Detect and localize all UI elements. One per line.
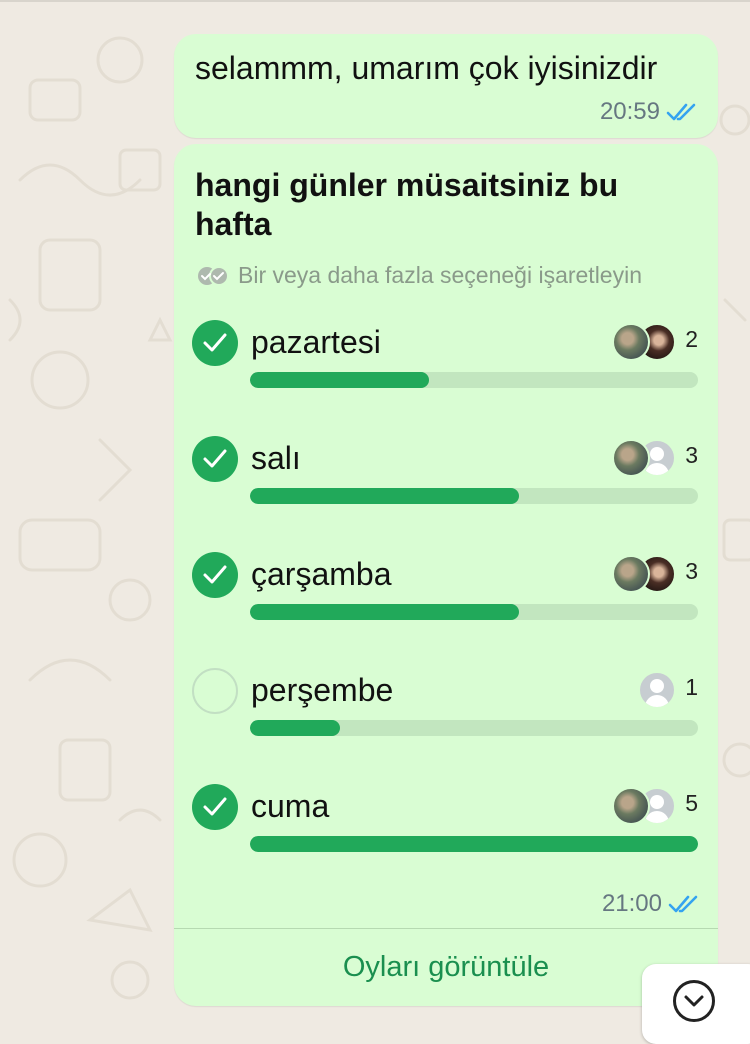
poll-option[interactable]: çarşamba 3 bbox=[174, 552, 718, 632]
vote-count: 3 bbox=[685, 558, 698, 584]
vote-count: 2 bbox=[685, 326, 698, 352]
view-votes-button[interactable]: Oyları görüntüle bbox=[174, 929, 718, 1006]
vote-count: 5 bbox=[685, 790, 698, 816]
poll-time: 21:00 bbox=[601, 890, 662, 917]
vote-count: 1 bbox=[685, 674, 698, 700]
voter-avatars bbox=[612, 439, 676, 477]
avatar bbox=[638, 671, 676, 709]
vote-bar-fill bbox=[250, 604, 519, 620]
poll-bubble: hangi günler müsaitsiniz bu hafta Bir ve… bbox=[174, 144, 718, 1006]
vote-count: 3 bbox=[685, 442, 698, 468]
poll-meta: 21:00 bbox=[602, 890, 700, 918]
message-bubble-outgoing[interactable]: selammm, umarım çok iyisinizdir 20:59 bbox=[174, 34, 718, 138]
double-check-read-icon bbox=[666, 103, 696, 121]
poll-option[interactable]: cuma 5 bbox=[174, 784, 718, 864]
voter-avatars bbox=[638, 671, 676, 709]
vote-bar-track bbox=[250, 488, 698, 504]
vote-bar-track bbox=[250, 604, 698, 620]
avatar bbox=[612, 555, 650, 593]
vote-bar-track bbox=[250, 372, 698, 388]
scroll-to-bottom-button[interactable] bbox=[642, 964, 750, 1044]
checked-circle-icon[interactable] bbox=[192, 784, 238, 830]
chevron-down-circle-icon bbox=[673, 980, 715, 1022]
checked-circle-icon[interactable] bbox=[192, 436, 238, 482]
message-meta: 20:59 bbox=[600, 98, 698, 126]
poll-option-label: cuma bbox=[251, 788, 330, 824]
top-divider bbox=[0, 0, 750, 2]
vote-bar-fill bbox=[250, 720, 340, 736]
vote-bar-track bbox=[250, 836, 698, 852]
poll-option-label: pazartesi bbox=[251, 324, 381, 360]
message-time: 20:59 bbox=[599, 98, 660, 125]
unchecked-circle-icon[interactable] bbox=[192, 668, 238, 714]
poll-option-label: salı bbox=[251, 440, 301, 476]
vote-bar-track bbox=[250, 720, 698, 736]
voter-avatars bbox=[612, 555, 676, 593]
checked-circle-icon[interactable] bbox=[192, 320, 238, 366]
poll-option[interactable]: pazartesi 2 bbox=[174, 320, 718, 400]
vote-bar-fill bbox=[250, 372, 430, 388]
avatar bbox=[612, 787, 650, 825]
poll-option[interactable]: perşembe 1 bbox=[174, 668, 718, 748]
poll-option-label: perşembe bbox=[251, 672, 394, 708]
avatar bbox=[612, 439, 650, 477]
voter-avatars bbox=[612, 323, 676, 361]
poll-hint-text: Bir veya daha fazla seçeneği işaretleyin bbox=[238, 262, 643, 288]
message-text: selammm, umarım çok iyisinizdir bbox=[195, 50, 658, 86]
poll-question: hangi günler müsaitsiniz bu hafta bbox=[195, 167, 619, 242]
poll-hint: Bir veya daha fazla seçeneği işaretleyin bbox=[196, 262, 642, 289]
poll-option-label: çarşamba bbox=[251, 556, 392, 592]
avatar bbox=[612, 323, 650, 361]
poll-option[interactable]: salı 3 bbox=[174, 436, 718, 516]
vote-bar-fill bbox=[250, 836, 698, 852]
multi-select-icon bbox=[198, 265, 229, 286]
voter-avatars bbox=[612, 787, 676, 825]
vote-bar-fill bbox=[250, 488, 519, 504]
double-check-read-icon bbox=[668, 895, 698, 913]
checked-circle-icon[interactable] bbox=[192, 552, 238, 598]
